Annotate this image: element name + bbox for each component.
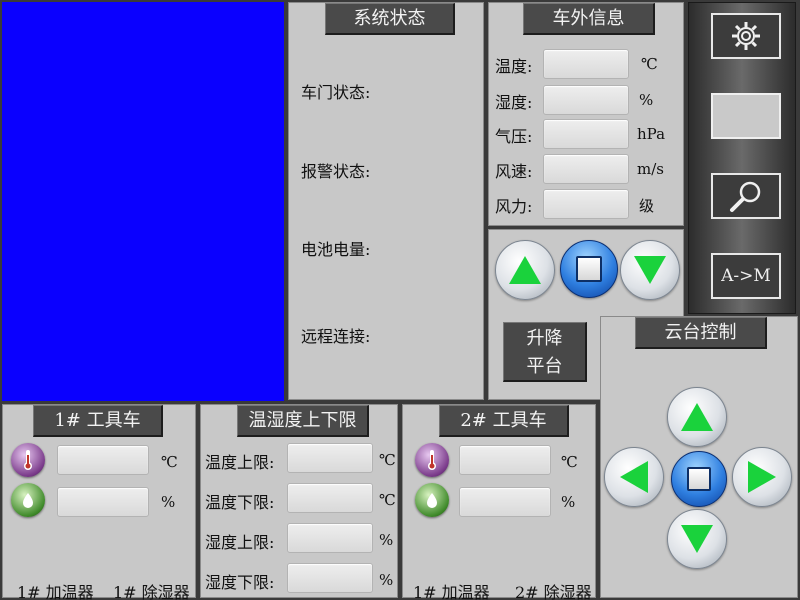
cart2-humidity-field [459, 487, 551, 517]
arrow-down-icon [681, 525, 713, 553]
outside-info-panel: 车外信息 温度: ℃ 湿度: % 气压: hPa 风速: m/s 风力: 级 [488, 2, 684, 226]
outside-temp-field [543, 49, 629, 79]
temp-lower-limit-field [287, 483, 373, 513]
lift-up-button[interactable] [495, 240, 555, 300]
lift-stop-button[interactable] [560, 240, 618, 298]
temp-lower-limit-unit: ℃ [379, 491, 396, 509]
humidity-icon [11, 483, 45, 517]
outside-info-title: 车外信息 [523, 3, 655, 35]
outside-pressure-field [543, 119, 629, 149]
remote-connection-label: 远程连接: [301, 327, 371, 346]
lift-platform-label-line2: 平台 [526, 356, 563, 377]
arrow-down-icon [634, 256, 666, 284]
cart1-panel: 1# 工具车 ℃ % 1# 加温器 1# 除湿器 [2, 404, 196, 600]
outside-temp-label: 温度: [495, 57, 533, 76]
outside-wind-force-unit: 级 [639, 197, 655, 215]
video-display [2, 2, 284, 401]
outside-humidity-unit: % [639, 91, 654, 109]
ptz-down-button[interactable] [667, 509, 727, 569]
arrow-right-icon [748, 461, 776, 493]
lift-platform-label-line1: 升降 [526, 328, 563, 349]
arrow-up-icon [681, 403, 713, 431]
humidity-icon [415, 483, 449, 517]
humidity-upper-limit-field [287, 523, 373, 553]
arrow-up-icon [509, 256, 541, 284]
thermometer-icon [11, 443, 45, 477]
cart2-humidifier-label: 1# 加温器 [413, 583, 490, 600]
ptz-stop-button[interactable] [671, 451, 727, 507]
ptz-left-button[interactable] [604, 447, 664, 507]
thermometer-icon [415, 443, 449, 477]
stop-icon [576, 256, 602, 282]
cart2-temp-field [459, 445, 551, 475]
cart2-humidity-unit: % [561, 493, 576, 511]
search-button[interactable] [711, 173, 781, 219]
outside-wind-speed-unit: m/s [637, 160, 664, 178]
cart2-panel: 2# 工具车 ℃ % 1# 加温器 2# 除湿器 [402, 404, 596, 600]
battery-level-label: 电池电量: [301, 240, 371, 259]
humidity-upper-limit-label: 湿度上限: [205, 533, 275, 552]
blank-button[interactable] [711, 93, 781, 139]
outside-wind-speed-field [543, 154, 629, 184]
outside-wind-speed-label: 风速: [495, 162, 533, 181]
ptz-up-button[interactable] [667, 387, 727, 447]
cart1-humidifier-label: 1# 加温器 [17, 583, 94, 600]
cart1-title: 1# 工具车 [33, 405, 163, 437]
magnifier-icon [730, 181, 761, 212]
humidity-lower-limit-label: 湿度下限: [205, 573, 275, 592]
lift-platform-button[interactable]: 升降 平台 [503, 322, 587, 382]
system-status-panel: 系统状态 车门状态: 报警状态: 电池电量: 远程连接: [288, 2, 484, 400]
settings-button[interactable] [711, 13, 781, 59]
temp-upper-limit-field [287, 443, 373, 473]
arrow-left-icon [620, 461, 648, 493]
cart1-temp-field [57, 445, 149, 475]
humidity-lower-limit-unit: % [379, 571, 394, 589]
outside-wind-force-field [543, 189, 629, 219]
right-toolbar: A->M [688, 2, 796, 314]
outside-humidity-label: 湿度: [495, 93, 533, 112]
auto-manual-label: A->M [721, 266, 771, 286]
lift-down-button[interactable] [620, 240, 680, 300]
auto-manual-button[interactable]: A->M [711, 253, 781, 299]
cart2-dehumidifier-label: 2# 除湿器 [515, 583, 592, 600]
cart1-dehumidifier-label: 1# 除湿器 [113, 583, 190, 600]
ptz-panel: 云台控制 [600, 316, 798, 598]
outside-wind-force-label: 风力: [495, 197, 533, 216]
alarm-status-label: 报警状态: [301, 162, 371, 181]
ptz-title: 云台控制 [635, 317, 767, 349]
system-status-title: 系统状态 [325, 3, 455, 35]
cart1-humidity-field [57, 487, 149, 517]
limits-title: 温湿度上下限 [237, 405, 369, 437]
outside-pressure-label: 气压: [495, 127, 533, 146]
cart2-temp-unit: ℃ [561, 453, 578, 471]
temp-lower-limit-label: 温度下限: [205, 493, 275, 512]
humidity-lower-limit-field [287, 563, 373, 593]
stop-icon [686, 466, 712, 492]
cart1-humidity-unit: % [161, 493, 176, 511]
cart1-temp-unit: ℃ [161, 453, 178, 471]
cart2-title: 2# 工具车 [439, 405, 569, 437]
humidity-upper-limit-unit: % [379, 531, 394, 549]
temp-upper-limit-unit: ℃ [379, 451, 396, 469]
ptz-right-button[interactable] [732, 447, 792, 507]
temp-upper-limit-label: 温度上限: [205, 453, 275, 472]
door-status-label: 车门状态: [301, 83, 371, 102]
outside-temp-unit: ℃ [641, 55, 658, 73]
limits-panel: 温湿度上下限 温度上限: ℃ 温度下限: ℃ 湿度上限: % 湿度下限: % [200, 404, 398, 598]
gear-icon [732, 22, 760, 50]
outside-humidity-field [543, 85, 629, 115]
outside-pressure-unit: hPa [637, 125, 666, 143]
